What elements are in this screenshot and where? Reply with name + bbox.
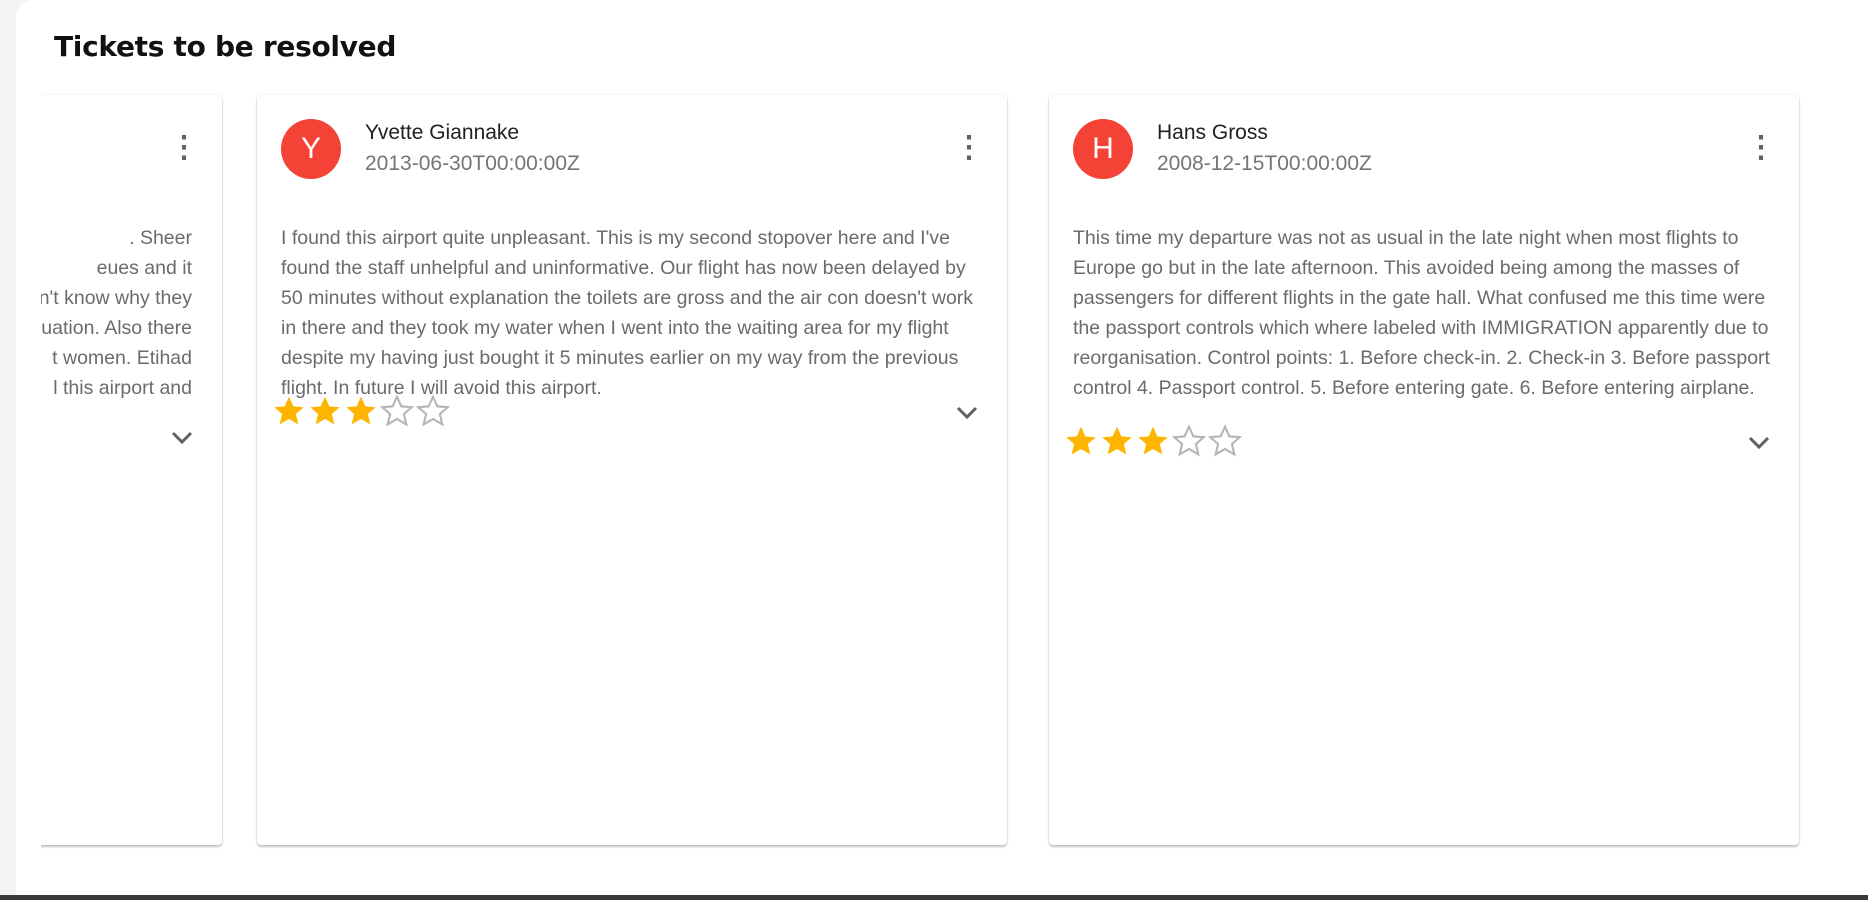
review-date: 2013-06-30T00:00:00Z bbox=[365, 152, 580, 175]
avatar: Y bbox=[281, 119, 341, 179]
ticket-text-line: l this airport and bbox=[53, 377, 192, 399]
ticket-text-line: t women. Etihad bbox=[52, 347, 192, 369]
star-rating bbox=[271, 393, 451, 429]
star-filled-icon[interactable] bbox=[307, 393, 343, 429]
star-empty-icon[interactable] bbox=[1207, 423, 1243, 459]
ticket-card: ⋮ . Sheer eues and it n't know why they … bbox=[41, 95, 222, 845]
reviewer-name: Yvette Giannake bbox=[365, 121, 520, 144]
review-date: 2008-12-15T00:00:00Z bbox=[1157, 152, 1372, 175]
star-rating bbox=[1063, 423, 1243, 459]
ticket-text: This time my departure was not as usual … bbox=[1073, 227, 1770, 399]
star-empty-icon[interactable] bbox=[1171, 423, 1207, 459]
star-filled-icon[interactable] bbox=[343, 393, 379, 429]
reviewer-name: Hans Gross bbox=[1157, 121, 1268, 144]
more-vert-icon[interactable]: ⋮ bbox=[166, 127, 202, 169]
star-filled-icon[interactable] bbox=[271, 393, 307, 429]
star-filled-icon[interactable] bbox=[1135, 423, 1171, 459]
ticket-card: H Hans Gross 2008-12-15T00:00:00Z ⋮ This… bbox=[1049, 95, 1799, 845]
ticket-carousel[interactable]: ⋮ . Sheer eues and it n't know why they … bbox=[41, 80, 1867, 860]
chevron-down-icon[interactable] bbox=[1741, 425, 1777, 461]
star-filled-icon[interactable] bbox=[1063, 423, 1099, 459]
star-empty-icon[interactable] bbox=[379, 393, 415, 429]
bottom-divider bbox=[0, 895, 1868, 900]
ticket-text-line: n't know why they bbox=[41, 287, 192, 309]
ticket-text-line: tuation. Also there bbox=[41, 317, 192, 339]
ticket-text-line: . Sheer bbox=[129, 227, 192, 249]
ticket-text-line: eues and it bbox=[96, 257, 192, 279]
chevron-down-icon[interactable] bbox=[949, 395, 985, 431]
ticket-card: Y Yvette Giannake 2013-06-30T00:00:00Z ⋮… bbox=[257, 95, 1007, 845]
ticket-text: I found this airport quite unpleasant. T… bbox=[281, 227, 974, 399]
avatar: H bbox=[1073, 119, 1133, 179]
star-filled-icon[interactable] bbox=[1099, 423, 1135, 459]
more-vert-icon[interactable]: ⋮ bbox=[1743, 127, 1779, 169]
star-empty-icon[interactable] bbox=[415, 393, 451, 429]
more-vert-icon[interactable]: ⋮ bbox=[951, 127, 987, 169]
tickets-panel: Tickets to be resolved ⋮ . Sheer eues an… bbox=[16, 0, 1868, 895]
chevron-down-icon[interactable] bbox=[164, 420, 200, 456]
page-title: Tickets to be resolved bbox=[54, 30, 397, 63]
ticket-text: . Sheer eues and it n't know why they tu… bbox=[41, 223, 192, 403]
